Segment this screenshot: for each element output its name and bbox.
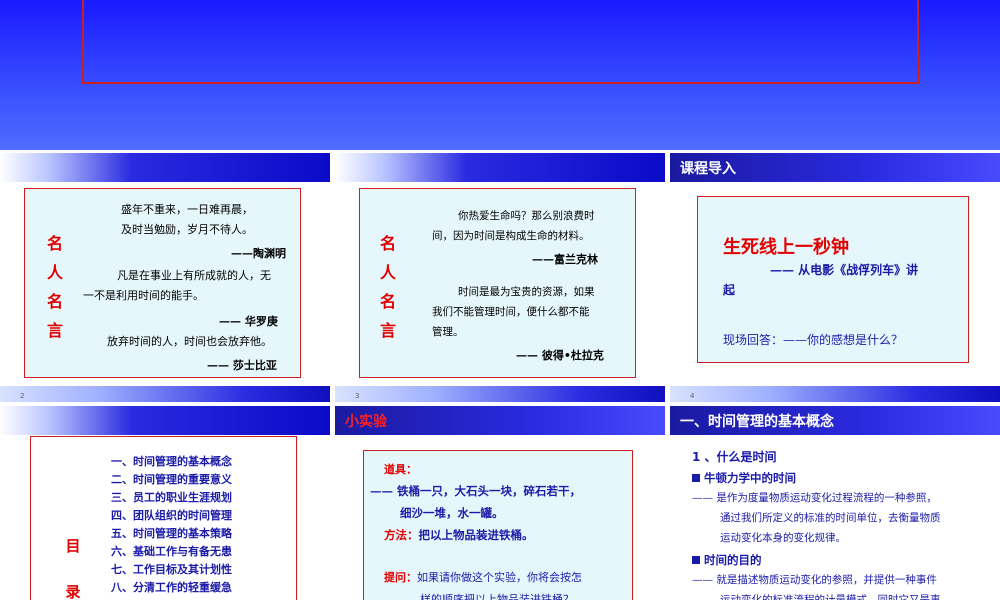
quote-author: ——富兰克林 (532, 253, 598, 266)
vertical-char: 名 (46, 292, 63, 311)
section-title: 1 、什么是时间 (692, 450, 777, 464)
toc-box: 目 录 一、时间管理的基本概念 二、时间管理的重要意义 三、员工的职业生涯规划 … (30, 436, 297, 600)
quote-line: 我们不能管理时间，便什么都不能 (432, 306, 590, 318)
vertical-char: 言 (46, 321, 63, 340)
slide-header-title: 一、时间管理的基本概念 (680, 414, 834, 430)
quote-author: —— 彼得•杜拉克 (516, 349, 604, 362)
bullet-row: 牛顿力学中的时间 (692, 470, 796, 486)
content-box: 生死线上一秒钟 —— 从电影《战俘列车》讲 起 现场回答：——你的感想是什么？ (697, 196, 969, 363)
slide-7[interactable]: 一、时间管理的基本概念 1 、什么是时间 牛顿力学中的时间 —— 是作为度量物质… (670, 406, 1000, 600)
page-number: 2 (20, 392, 25, 400)
tools-text: 细沙一堆，水一罐。 (400, 506, 504, 520)
quote-author: ——陶渊明 (231, 247, 286, 260)
slide-5[interactable]: 目 录 一、时间管理的基本概念 二、时间管理的重要意义 三、员工的职业生涯规划 … (0, 406, 330, 600)
toc-item[interactable]: 三、员工的职业生涯规划 (111, 489, 232, 507)
question-row: 提问：如果请你做这个实验，你将会按怎 (384, 569, 582, 585)
vertical-char: 录 (65, 583, 81, 600)
bullet-text: 时间的目的 (704, 553, 762, 567)
quote-author: —— 华罗庚 (219, 315, 278, 328)
slide-footer-bar (0, 386, 330, 402)
slide-header-bar: 一、时间管理的基本概念 (670, 406, 1000, 435)
vertical-char: 名 (379, 292, 396, 311)
method-text: 把以上物品装进铁桶。 (418, 528, 534, 542)
quote-line: 时间是最为宝贵的资源，如果 (458, 286, 595, 298)
slide-header-bar: 小实验 (335, 406, 665, 435)
slide-hero (0, 0, 1000, 150)
toc-item[interactable]: 二、时间管理的重要意义 (111, 471, 232, 489)
question-label: 提问： (384, 571, 417, 584)
quote-box: 名 人 名 言 你热爱生命吗？那么别浪费时 间，因为时间是构成生命的材料。 ——… (359, 188, 636, 378)
content-box: 道具： —— 铁桶一只，大石头一块，碎石若干， 细沙一堆，水一罐。 方法：把以上… (363, 450, 633, 600)
bullet-text: 牛顿力学中的时间 (704, 471, 796, 485)
square-bullet-icon (692, 474, 700, 482)
vertical-char: 名 (46, 234, 63, 253)
vertical-char: 名 (379, 234, 396, 253)
vertical-char: 目 (65, 537, 81, 555)
slide-title: 生死线上一秒钟 (723, 237, 849, 258)
page-number: 4 (690, 392, 695, 400)
body-text: —— 就是描述物质运动变化的参照，并提供一种事件 (692, 574, 937, 586)
toc-item[interactable]: 一、时间管理的基本概念 (111, 453, 232, 471)
vertical-title: 名 人 名 言 (45, 229, 65, 345)
vertical-title: 名 人 名 言 (378, 229, 398, 345)
hero-frame (82, 0, 919, 84)
quote-box: 名 人 名 言 盛年不重来，一日难再晨， 及时当勉励，岁月不待人。 ——陶渊明 … (24, 188, 301, 378)
square-bullet-icon (692, 556, 700, 564)
toc-list: 一、时间管理的基本概念 二、时间管理的重要意义 三、员工的职业生涯规划 四、团队… (111, 453, 232, 597)
toc-item[interactable]: 八、分清工作的轻重缓急 (111, 579, 232, 597)
toc-item[interactable]: 七、工作目标及其计划性 (111, 561, 232, 579)
vertical-char: 人 (46, 263, 63, 282)
quote-line: 放弃时间的人，时间也会放弃他。 (107, 335, 272, 348)
slide-3[interactable]: 名 人 名 言 你热爱生命吗？那么别浪费时 间，因为时间是构成生命的材料。 ——… (335, 153, 665, 402)
slide-subtitle: —— 从电影《战俘列车》讲 (770, 263, 919, 277)
body-text: 运动变化本身的变化规律。 (720, 532, 846, 544)
quote-line: 间，因为时间是构成生命的材料。 (432, 230, 590, 242)
toc-item[interactable]: 六、基础工作与有备无患 (111, 543, 232, 561)
vertical-char: 人 (379, 263, 396, 282)
vertical-title: 目 录 (63, 523, 83, 600)
toc-item[interactable]: 四、团队组织的时间管理 (111, 507, 232, 525)
slide-2[interactable]: 名 人 名 言 盛年不重来，一日难再晨， 及时当勉励，岁月不待人。 ——陶渊明 … (0, 153, 330, 402)
quote-author: —— 莎士比亚 (207, 359, 277, 372)
slide-subtitle: 起 (723, 283, 736, 297)
quote-line: 管理。 (432, 326, 464, 338)
quote-line: 你热爱生命吗？那么别浪费时 (458, 210, 595, 222)
slide-header-bar (0, 406, 330, 435)
toc-item[interactable]: 五、时间管理的基本策略 (111, 525, 232, 543)
slide-question: 现场回答：——你的感想是什么？ (723, 333, 904, 347)
quote-line: 及时当勉励，岁月不待人。 (121, 223, 253, 236)
method-row: 方法：把以上物品装进铁桶。 (384, 527, 534, 543)
quote-line: 盛年不重来，一日难再晨， (121, 203, 253, 216)
bullet-row: 时间的目的 (692, 552, 762, 568)
body-text: 通过我们所定义的标准的时间单位，去衡量物质 (720, 512, 941, 524)
quote-line: 一不是利用时间的能手。 (83, 289, 204, 302)
vertical-char: 言 (379, 321, 396, 340)
slide-4[interactable]: 课程导入 生死线上一秒钟 —— 从电影《战俘列车》讲 起 现场回答：——你的感想… (670, 153, 1000, 402)
slide-header-bar (335, 153, 665, 182)
body-text: 运动变化的标准流程的计量模式，同时它又是事 (720, 594, 941, 600)
slide-header-bar: 课程导入 (670, 153, 1000, 182)
slide-header-bar (0, 153, 330, 182)
slide-header-title: 小实验 (345, 414, 387, 430)
slide-footer-bar (335, 386, 665, 402)
body-text: —— 是作为度量物质运动变化过程流程的一种参照， (692, 492, 937, 504)
slide-6[interactable]: 小实验 道具： —— 铁桶一只，大石头一块，碎石若干， 细沙一堆，水一罐。 方法… (335, 406, 665, 600)
quote-line: 凡是在事业上有所成就的人，无 (117, 269, 271, 282)
slide-header-title: 课程导入 (680, 161, 736, 177)
tools-text: —— 铁桶一只，大石头一块，碎石若干， (370, 484, 582, 498)
slide-footer-bar (670, 386, 1000, 402)
question-text: 样的顺序把以上物品装进铁桶？ (420, 593, 574, 600)
question-text: 如果请你做这个实验，你将会按怎 (417, 571, 582, 584)
tools-label: 道具： (384, 463, 417, 476)
page-number: 3 (355, 392, 360, 400)
method-label: 方法： (384, 528, 419, 542)
